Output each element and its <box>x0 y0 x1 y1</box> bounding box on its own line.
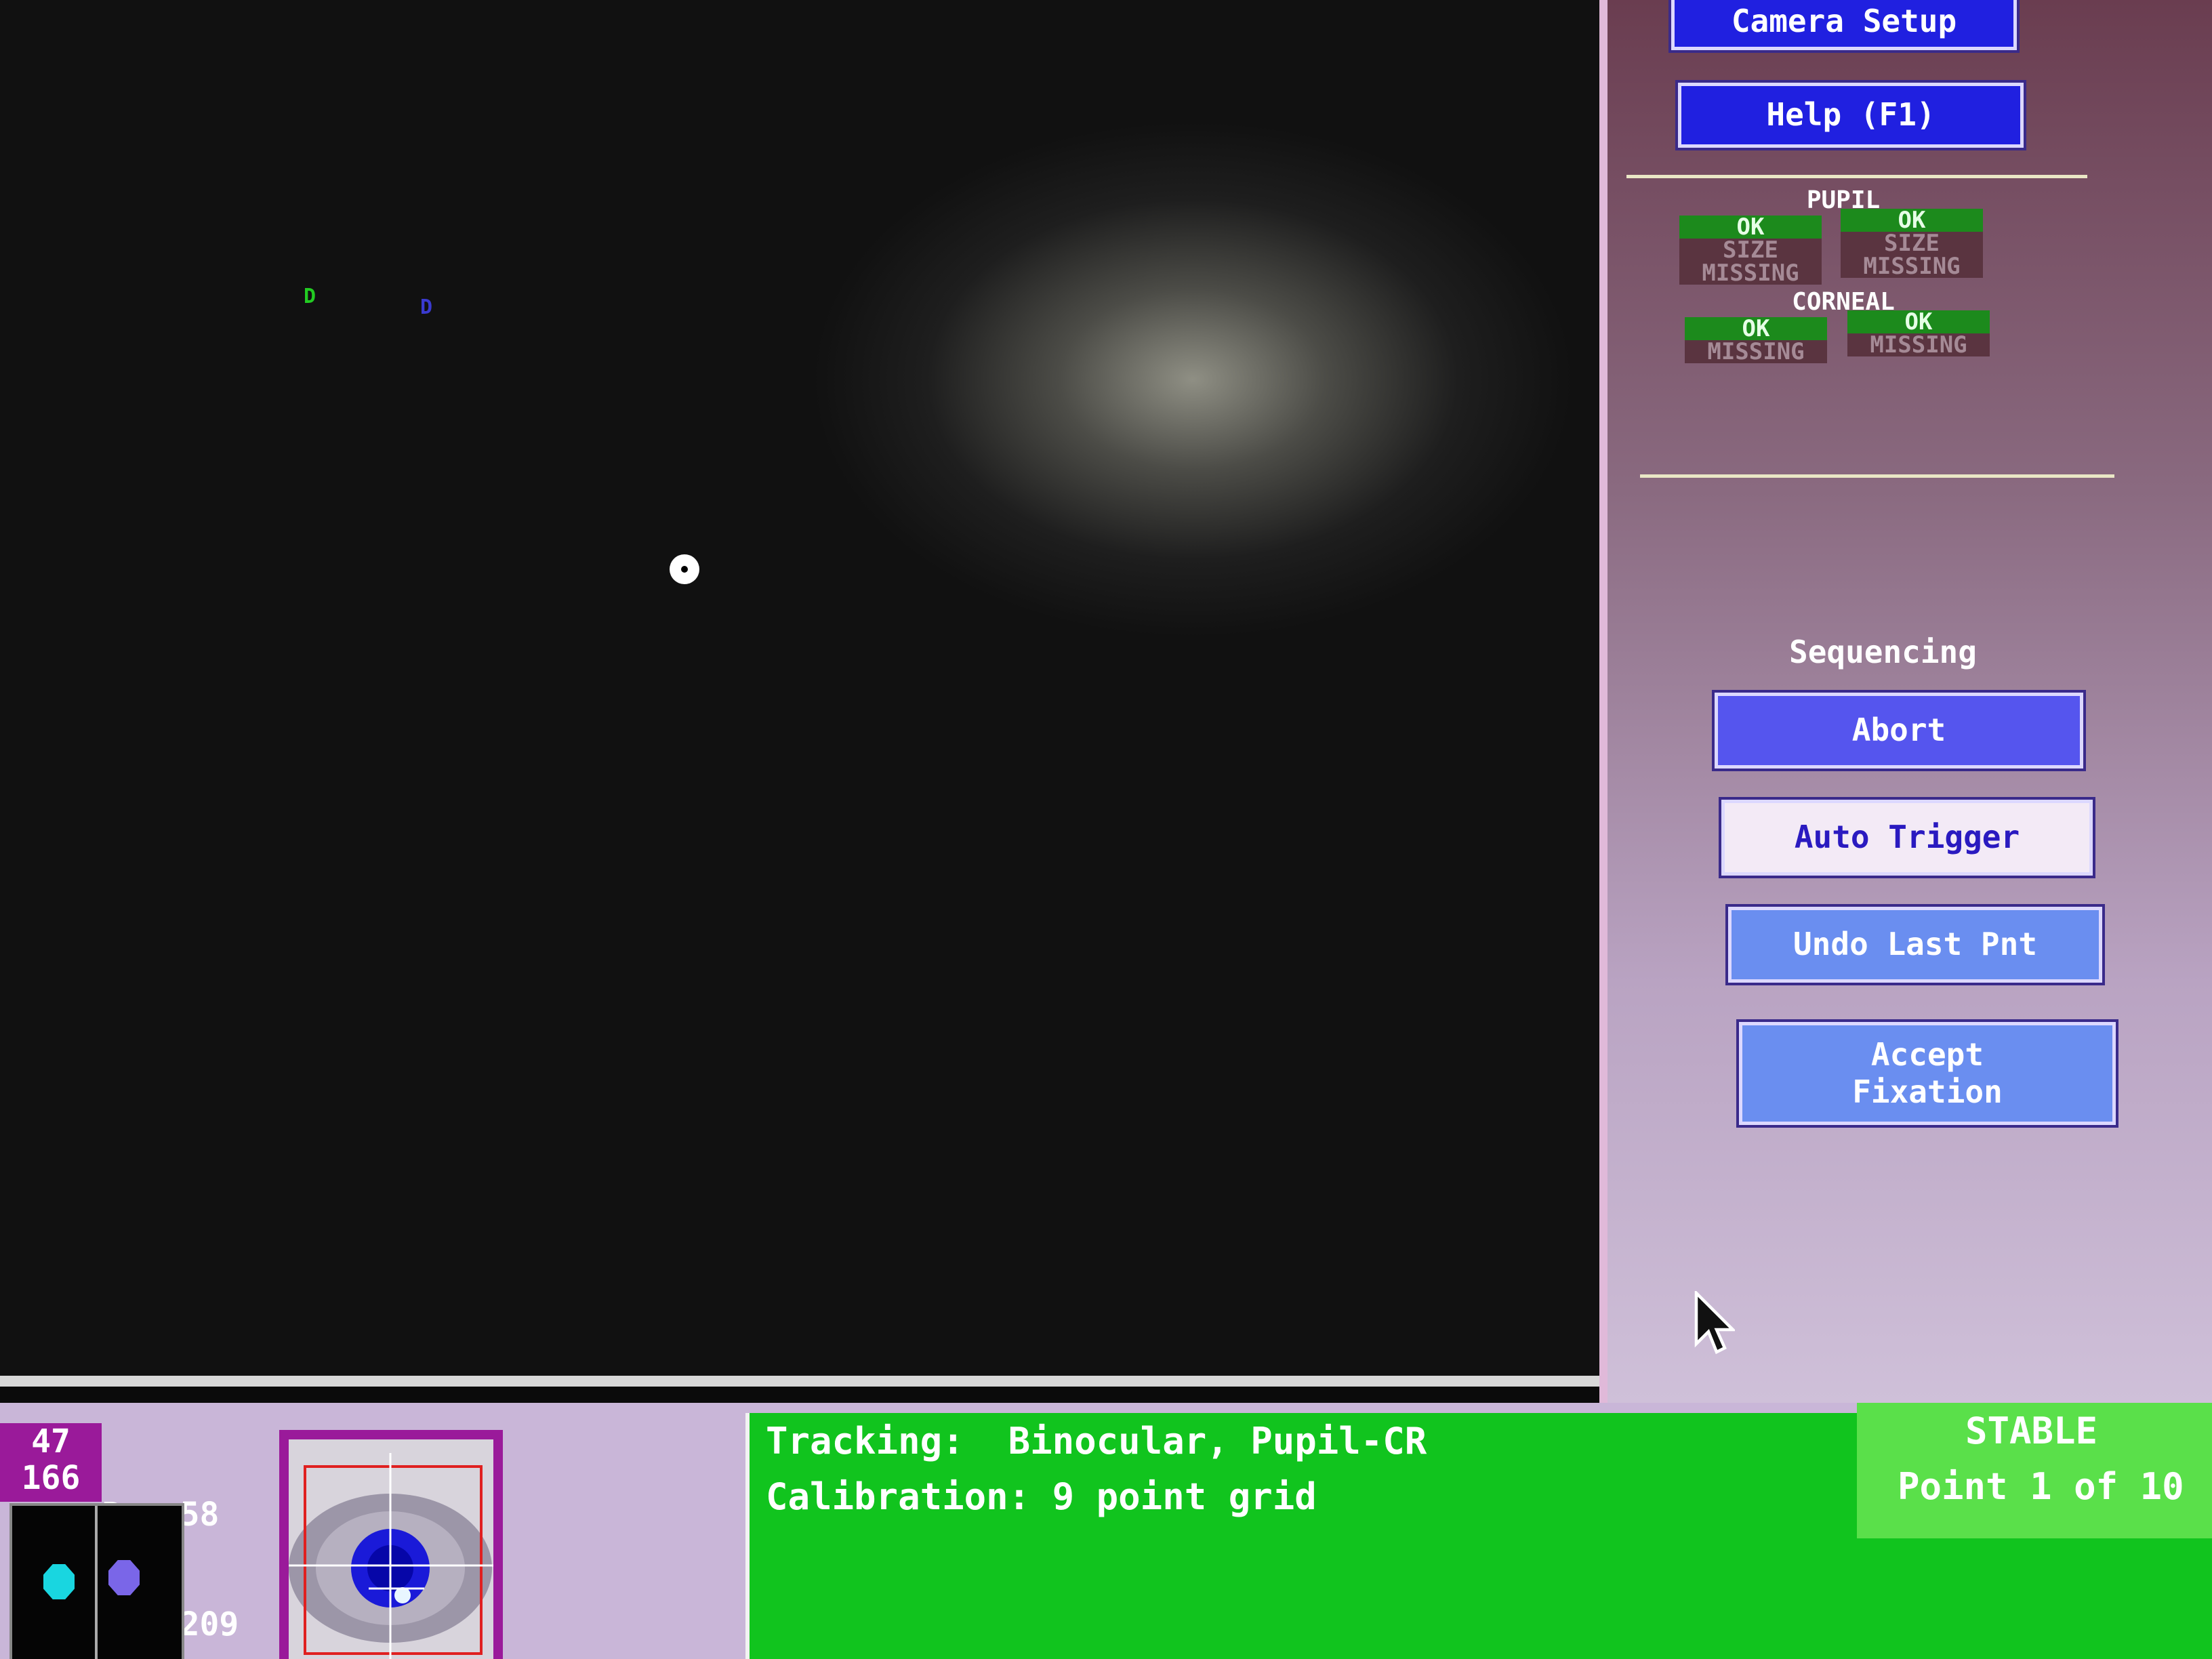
calibration-type-text: Calibration: 9 point grid <box>766 1475 1317 1518</box>
pupil-left-ok: OK <box>1679 216 1822 239</box>
calibration-target <box>670 554 699 584</box>
camera-setup-button[interactable]: Camera Setup <box>1671 0 2017 50</box>
calibration-status-box: STABLE Point 1 of 10 <box>1857 1403 2212 1538</box>
pupil-right-size: SIZE <box>1841 232 1983 255</box>
sample-counts: 47 166 <box>0 1423 102 1502</box>
right-eye-dot-icon <box>108 1560 140 1595</box>
count-top: 47 <box>31 1422 70 1460</box>
undo-last-point-button[interactable]: Undo Last Pnt <box>1728 907 2102 983</box>
panel-divider-top <box>1626 175 2087 178</box>
pupil-right-missing: MISSING <box>1841 255 1983 278</box>
point-progress-text: Point 1 of 10 <box>1898 1465 2184 1508</box>
accept-fixation-button[interactable]: Accept Fixation <box>1739 1022 2116 1125</box>
auto-trigger-button[interactable]: Auto Trigger <box>1721 800 2093 876</box>
eye-camera-image <box>289 1439 493 1659</box>
corneal-right-missing: MISSING <box>1847 333 1990 356</box>
panel-divider-middle <box>1640 474 2114 478</box>
mouse-cursor-icon <box>1694 1291 1735 1355</box>
tracking-mode-text: Tracking: Binocular, Pupil-CR <box>766 1420 1427 1462</box>
left-eye-dot-icon <box>43 1564 75 1599</box>
pupil-right-ok: OK <box>1841 209 1983 232</box>
eye-image-icon <box>289 1439 493 1659</box>
corneal-right-ok: OK <box>1847 310 1990 333</box>
corneal-left-ok: OK <box>1685 317 1827 340</box>
right-eye-gaze-marker: D <box>420 295 433 319</box>
eyetracker-screen: D D Camera Setup Help (F1) PUPIL OK SIZE… <box>0 0 2212 1659</box>
help-button[interactable]: Help (F1) <box>1678 83 2024 148</box>
abort-button[interactable]: Abort <box>1715 693 2083 769</box>
pupil-left-size: SIZE <box>1679 239 1822 262</box>
left-eye-gaze-marker: D <box>304 285 316 308</box>
calibration-display: D D <box>0 0 1685 1387</box>
corneal-left-missing: MISSING <box>1685 340 1827 363</box>
pupil-left-missing: MISSING <box>1679 262 1822 285</box>
count-bottom: 166 <box>21 1459 81 1497</box>
stable-status-text: STABLE <box>1965 1410 2098 1452</box>
eye-position-indicator <box>9 1503 184 1659</box>
eye-divider <box>95 1506 98 1659</box>
sequencing-title: Sequencing <box>1789 634 1977 670</box>
eye-camera-thumbnail[interactable] <box>279 1430 503 1659</box>
